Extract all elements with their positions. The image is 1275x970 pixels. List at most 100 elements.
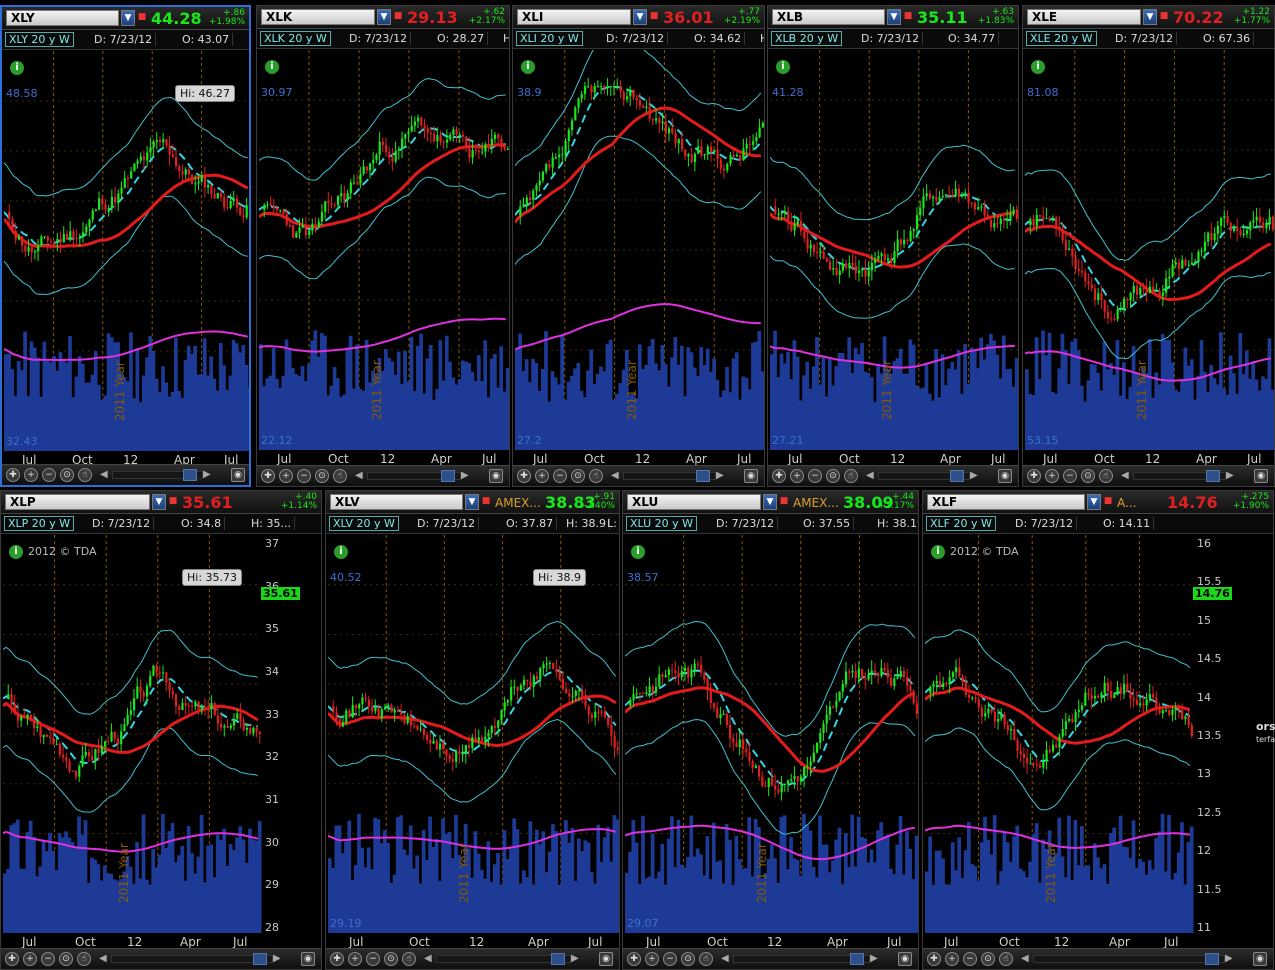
link-color-icon[interactable]: ■ (481, 496, 491, 507)
scroll-left-arrow[interactable]: ◀ (721, 953, 729, 964)
chart-panel-xlk[interactable]: XLK ▼ ■ 29.13 +.62 +2.17% XLK 20 y W D: 7/23/12… (256, 5, 510, 487)
scroll-right-arrow[interactable]: ▶ (461, 470, 469, 481)
info-icon[interactable]: i (931, 545, 945, 559)
zoom-in-icon[interactable]: + (1045, 469, 1059, 483)
zoom-out-icon[interactable]: − (663, 952, 677, 966)
scroll-right-arrow[interactable]: ▶ (571, 953, 579, 964)
link-icon[interactable]: ◉ (744, 469, 758, 483)
scroll-thumb[interactable] (850, 953, 864, 965)
scroll-thumb[interactable] (183, 469, 197, 481)
info-title[interactable]: XLV 20 y W (329, 516, 399, 531)
zoom-out-icon[interactable]: − (297, 469, 311, 483)
price-chart[interactable] (1025, 50, 1275, 450)
link-icon[interactable]: ◉ (599, 952, 613, 966)
zoom-in-icon[interactable]: + (790, 469, 804, 483)
scroll-thumb[interactable] (1205, 953, 1219, 965)
info-icon[interactable]: i (1031, 60, 1045, 74)
symbol-input[interactable]: XLP (5, 494, 150, 510)
zoom-out-icon[interactable]: − (963, 952, 977, 966)
symbol-input[interactable]: XLI (517, 9, 631, 25)
info-icon[interactable]: i (776, 60, 790, 74)
price-chart[interactable] (328, 535, 620, 933)
scroll-track[interactable] (1033, 955, 1225, 963)
symbol-dropdown-button[interactable]: ▼ (763, 494, 777, 510)
link-color-icon[interactable]: ■ (1103, 496, 1113, 507)
scroll-thumb[interactable] (253, 953, 267, 965)
zoom-out-icon[interactable]: − (42, 468, 56, 482)
link-icon[interactable]: ◉ (1253, 952, 1267, 966)
link-color-icon[interactable]: ■ (393, 11, 403, 22)
scroll-thumb[interactable] (696, 470, 710, 482)
zoom-reset-icon[interactable]: ⊙ (315, 469, 329, 483)
hand-icon[interactable]: ☝ (77, 952, 91, 966)
scroll-thumb[interactable] (441, 470, 455, 482)
chart-panel-xlb[interactable]: XLB ▼ ■ 35.11 +.63 +1.83% XLB 20 y W D: 7/23/12… (767, 5, 1019, 487)
pan-icon[interactable]: ✚ (927, 952, 941, 966)
symbol-dropdown-button[interactable]: ▼ (633, 9, 647, 25)
info-title[interactable]: XLU 20 y W (626, 516, 698, 531)
zoom-out-icon[interactable]: − (1063, 469, 1077, 483)
zoom-in-icon[interactable]: + (348, 952, 362, 966)
pan-icon[interactable]: ✚ (517, 469, 531, 483)
zoom-out-icon[interactable]: − (553, 469, 567, 483)
zoom-out-icon[interactable]: − (808, 469, 822, 483)
zoom-in-icon[interactable]: + (945, 952, 959, 966)
symbol-input[interactable]: XLB (772, 9, 885, 25)
zoom-reset-icon[interactable]: ⊙ (1081, 469, 1095, 483)
scroll-right-arrow[interactable]: ▶ (870, 953, 878, 964)
info-icon[interactable]: i (9, 545, 23, 559)
link-icon[interactable]: ◉ (489, 469, 503, 483)
symbol-input[interactable]: XLF (927, 494, 1085, 510)
symbol-input[interactable]: XLK (261, 9, 375, 25)
symbol-input[interactable]: XLV (330, 494, 463, 510)
price-chart[interactable] (770, 50, 1019, 450)
info-icon[interactable]: i (334, 545, 348, 559)
info-icon[interactable]: i (521, 60, 535, 74)
scroll-right-arrow[interactable]: ▶ (203, 469, 211, 480)
zoom-reset-icon[interactable]: ⊙ (384, 952, 398, 966)
scroll-left-arrow[interactable]: ◀ (99, 953, 107, 964)
scroll-left-arrow[interactable]: ◀ (424, 953, 432, 964)
scroll-right-arrow[interactable]: ▶ (1225, 953, 1233, 964)
scroll-right-arrow[interactable]: ▶ (1226, 470, 1234, 481)
info-title[interactable]: XLB 20 y W (771, 31, 843, 46)
hand-icon[interactable]: ☝ (402, 952, 416, 966)
chart-panel-xlu[interactable]: XLU ▼ ■ AMEX... 38.09 +.44 +1.17% XLU 20 y W D: … (622, 490, 919, 970)
symbol-dropdown-button[interactable]: ▼ (121, 10, 135, 26)
pan-icon[interactable]: ✚ (6, 468, 20, 482)
scroll-right-arrow[interactable]: ▶ (716, 470, 724, 481)
info-title[interactable]: XLY 20 y W (5, 32, 74, 47)
scroll-right-arrow[interactable]: ▶ (273, 953, 281, 964)
chart-panel-xlp[interactable]: XLP ▼ ■ 35.61 +.40 +1.14% XLP 20 y W D: 7/23/12… (0, 490, 322, 970)
link-icon[interactable]: ◉ (898, 952, 912, 966)
hand-icon[interactable]: ☝ (78, 468, 92, 482)
zoom-reset-icon[interactable]: ⊙ (981, 952, 995, 966)
scroll-thumb[interactable] (551, 953, 565, 965)
hand-icon[interactable]: ☝ (1099, 469, 1113, 483)
pan-icon[interactable]: ✚ (261, 469, 275, 483)
info-icon[interactable]: i (10, 61, 24, 75)
chart-panel-xlv[interactable]: XLV ▼ ■ AMEX... 38.83 +.91 +2.40% XLV 20 y W D: … (325, 490, 620, 970)
zoom-in-icon[interactable]: + (279, 469, 293, 483)
link-icon[interactable]: ◉ (1254, 469, 1268, 483)
pan-icon[interactable]: ✚ (627, 952, 641, 966)
scroll-left-arrow[interactable]: ◀ (1121, 470, 1129, 481)
price-chart[interactable] (4, 51, 251, 451)
info-icon[interactable]: i (631, 545, 645, 559)
link-color-icon[interactable]: ■ (649, 11, 659, 22)
symbol-dropdown-button[interactable]: ▼ (887, 9, 901, 25)
link-icon[interactable]: ◉ (301, 952, 315, 966)
zoom-in-icon[interactable]: + (24, 468, 38, 482)
symbol-input[interactable]: XLY (6, 10, 119, 26)
info-title[interactable]: XLF 20 y W (926, 516, 996, 531)
zoom-out-icon[interactable]: − (41, 952, 55, 966)
chart-panel-xlf[interactable]: XLF ▼ ■ A... 14.76 +.275 +1.90% XLF 20 y W D: 7/… (922, 490, 1274, 970)
hand-icon[interactable]: ☝ (844, 469, 858, 483)
scroll-left-arrow[interactable]: ◀ (100, 469, 108, 480)
scroll-right-arrow[interactable]: ▶ (970, 470, 978, 481)
link-icon[interactable]: ◉ (998, 469, 1012, 483)
zoom-in-icon[interactable]: + (535, 469, 549, 483)
price-chart[interactable] (259, 50, 510, 450)
zoom-out-icon[interactable]: − (366, 952, 380, 966)
scroll-left-arrow[interactable]: ◀ (355, 470, 363, 481)
